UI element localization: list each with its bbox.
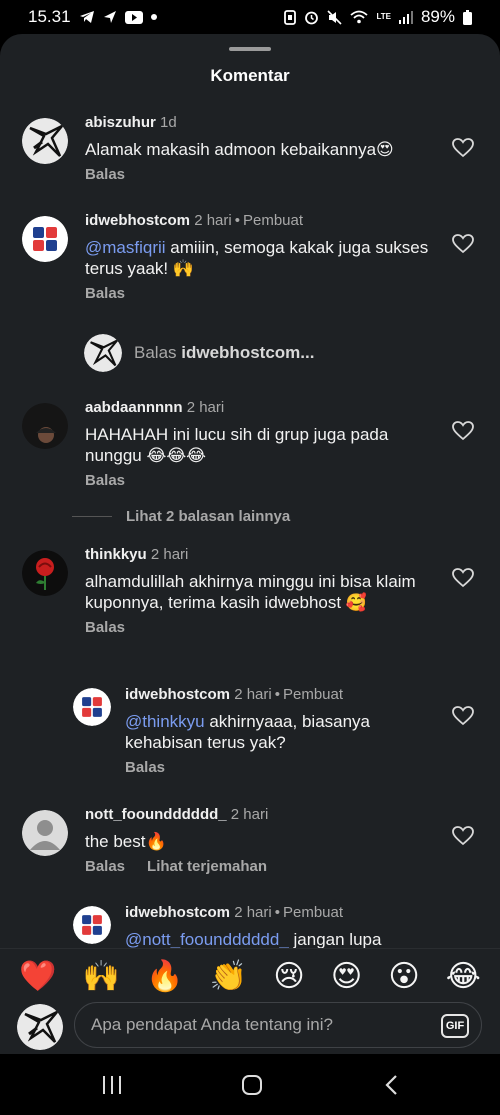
username[interactable]: nott_fooundddddd_	[85, 806, 227, 823]
back-icon[interactable]	[372, 1070, 412, 1100]
emoji-heart[interactable]: ❤️	[19, 961, 56, 992]
comment-time: 2 hari	[234, 904, 272, 921]
clock: 15.31	[28, 7, 71, 26]
youtube-icon	[124, 10, 143, 24]
username[interactable]: idwebhostcom	[125, 904, 230, 921]
creator-badge: Pembuat	[282, 686, 344, 703]
creator-badge: Pembuat	[282, 904, 344, 921]
alarm-icon	[304, 10, 319, 25]
mention-link[interactable]: @thinkkyu	[125, 712, 205, 731]
divider	[72, 516, 112, 517]
reply-prompt[interactable]: Balas idwebhostcom...	[84, 334, 314, 372]
creator-badge: Pembuat	[242, 212, 304, 229]
emoji-fire[interactable]: 🔥	[146, 961, 183, 992]
mention-link[interactable]: @nott_fooundddddd_	[125, 930, 289, 949]
like-heart-icon[interactable]	[452, 706, 474, 726]
comment-text: @masfiqrii amiiin, semoga kakak juga suk…	[85, 237, 440, 279]
reply-button[interactable]: Balas	[125, 759, 165, 776]
comment-time: 2 hari	[186, 399, 225, 416]
username[interactable]: thinkkyu	[85, 546, 147, 563]
comment-input-row: Apa pendapat Anda tentang ini? GIF	[0, 1000, 500, 1054]
sheet-title: Komentar	[210, 66, 290, 85]
emoji-crying[interactable]: 😢	[273, 961, 304, 992]
comment-text: @nott_fooundddddd_ jangan lupa	[125, 929, 440, 950]
emoji-raised-hands[interactable]: 🙌	[83, 961, 120, 992]
system-nav-bar	[0, 1054, 500, 1115]
username[interactable]: abiszuhur	[85, 114, 156, 131]
translate-button[interactable]: Lihat terjemahan	[147, 858, 267, 875]
like-heart-icon[interactable]	[452, 234, 474, 254]
telegram-icon	[79, 10, 95, 24]
lte-icon: LTE	[376, 12, 391, 21]
avatar[interactable]	[73, 906, 111, 944]
like-heart-icon[interactable]	[452, 826, 474, 846]
emoji-clap[interactable]: 👏	[210, 961, 247, 992]
comment-text-body: jangan lupa	[288, 930, 382, 949]
reply-button[interactable]: Balas	[85, 858, 125, 875]
comment-text: Alamak makasih admoon kebaikannya😍	[85, 140, 394, 159]
like-heart-icon[interactable]	[452, 138, 474, 158]
gif-button[interactable]: GIF	[441, 1014, 469, 1038]
signal-icon	[398, 10, 413, 24]
comment-text: @thinkkyu akhirnyaaa, biasanya kehabisan…	[125, 711, 440, 753]
username[interactable]: aabdaannnnn	[85, 399, 183, 416]
send-icon	[103, 10, 117, 24]
comment-text: alhamdulillah akhirnya minggu ini bisa k…	[85, 572, 416, 612]
mute-icon	[327, 9, 343, 25]
like-heart-icon[interactable]	[452, 421, 474, 441]
comment-time: 2 hari	[234, 686, 272, 703]
reply-button[interactable]: Balas	[85, 472, 125, 489]
wifi-icon	[350, 10, 369, 24]
status-bar: 15.31 LTE 89%	[0, 0, 500, 34]
avatar[interactable]	[22, 403, 68, 449]
sheet-grabber[interactable]	[229, 47, 271, 51]
username[interactable]: idwebhostcom	[85, 212, 190, 229]
reply-button[interactable]: Balas	[85, 166, 125, 183]
battery-percent: 89%	[420, 7, 455, 26]
comment-text: the best🔥	[85, 832, 167, 851]
comment-input[interactable]: Apa pendapat Anda tentang ini? GIF	[74, 1002, 482, 1048]
comment-time: 2 hari	[230, 806, 269, 823]
reply-button[interactable]: Balas	[85, 285, 125, 302]
home-icon[interactable]	[232, 1070, 272, 1100]
reply-prompt-prefix: Balas	[134, 343, 177, 362]
like-heart-icon[interactable]	[452, 568, 474, 588]
emoji-surprised[interactable]: 😮	[388, 961, 419, 992]
avatar[interactable]	[22, 118, 68, 164]
mention-link[interactable]: @masfiqrii	[85, 238, 166, 257]
view-more-replies[interactable]: Lihat 2 balasan lainnya	[72, 508, 290, 525]
username[interactable]: idwebhostcom	[125, 686, 230, 703]
comment-meta: abiszuhur 1d	[85, 114, 440, 132]
avatar[interactable]	[22, 550, 68, 596]
avatar[interactable]	[22, 216, 68, 262]
reply-button[interactable]: Balas	[85, 619, 125, 636]
recent-apps-icon[interactable]	[92, 1070, 132, 1100]
emoji-bar: ❤️ 🙌 🔥 👏 😢 😍 😮 😂	[0, 948, 500, 1004]
nfc-icon	[284, 9, 297, 25]
comments-sheet: Komentar abiszuhur 1d Alamak makasih adm…	[0, 34, 500, 1054]
dot-icon	[150, 14, 157, 20]
comment-time: 1d	[160, 114, 177, 131]
avatar[interactable]	[73, 688, 111, 726]
avatar[interactable]	[22, 810, 68, 856]
reply-prompt-user: idwebhostcom...	[181, 343, 315, 362]
my-avatar	[84, 334, 122, 372]
comment-input-placeholder: Apa pendapat Anda tentang ini?	[91, 1015, 333, 1034]
comment-time: 2 hari	[194, 212, 232, 229]
my-avatar	[17, 1004, 63, 1050]
emoji-heart-eyes[interactable]: 😍	[331, 961, 362, 992]
view-more-replies-label: Lihat 2 balasan lainnya	[126, 508, 291, 525]
emoji-laughing[interactable]: 😂	[446, 961, 481, 992]
battery-icon	[463, 9, 472, 25]
comment-time: 2 hari	[150, 546, 189, 563]
comment-text: HAHAHAH ini lucu sih di grup juga pada n…	[85, 425, 389, 465]
